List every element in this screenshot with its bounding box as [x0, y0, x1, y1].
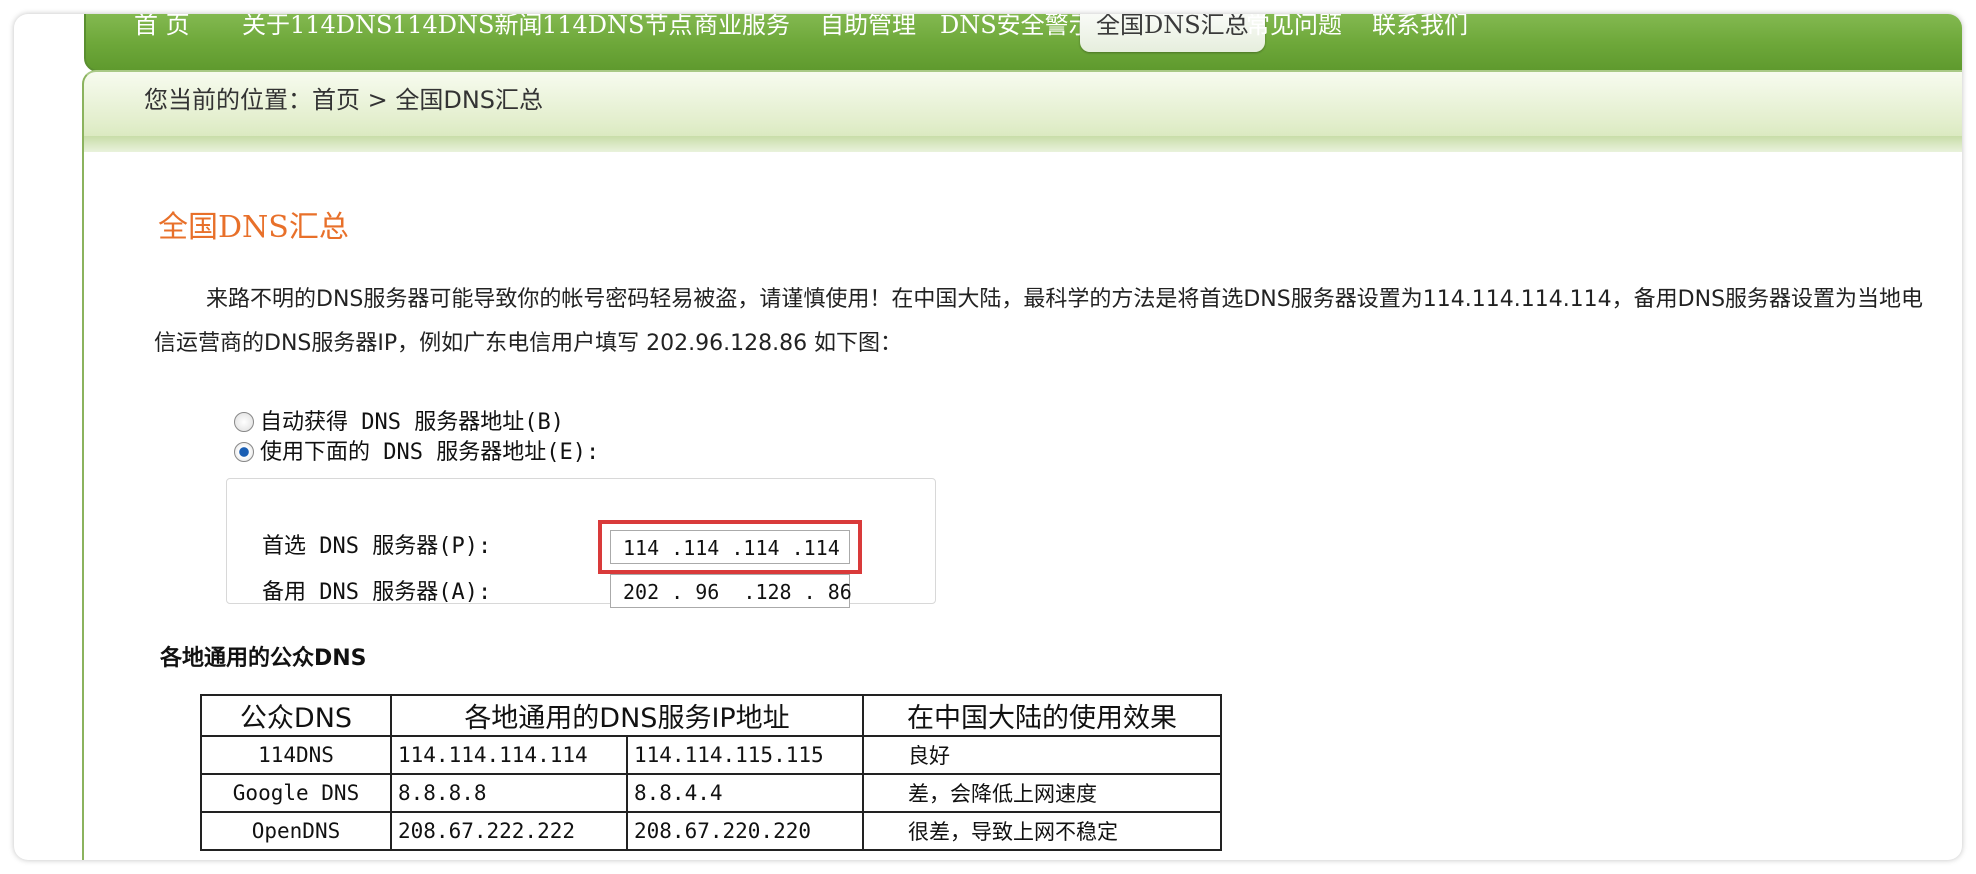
manual-dns-label: 使用下面的 DNS 服务器地址(E):	[260, 440, 600, 465]
dns-ip-primary: 208.67.222.222	[390, 811, 628, 851]
nav-about[interactable]: 关于114DNS	[242, 14, 393, 48]
nav-news[interactable]: 114DNS新闻	[392, 14, 543, 48]
auto-dns-option: 自动获得 DNS 服务器地址(B)	[234, 406, 564, 440]
alternate-dns-label: 备用 DNS 服务器(A):	[262, 580, 492, 605]
breadcrumb-bar: 您当前的位置：首页 > 全国DNS汇总	[82, 70, 1962, 152]
header-ip-address: 各地通用的DNS服务IP地址	[390, 694, 864, 737]
nav-faq[interactable]: 常见问题	[1246, 14, 1342, 48]
table-row: Google DNS 8.8.8.8 8.8.4.4 差，会降低上网速度	[200, 773, 1222, 813]
preferred-dns-label: 首选 DNS 服务器(P):	[262, 534, 492, 559]
main-nav: 首 页 关于114DNS 114DNS新闻 114DNS节点 商业服务 自助管理…	[84, 14, 1962, 72]
header-effect: 在中国大陆的使用效果	[862, 694, 1222, 737]
dns-name: 114DNS	[200, 735, 392, 775]
dns-ip-primary: 114.114.114.114	[390, 735, 628, 775]
dns-effect: 差，会降低上网速度	[862, 773, 1222, 813]
table-row: 114DNS 114.114.114.114 114.114.115.115 良…	[200, 735, 1222, 775]
nav-self-service[interactable]: 自助管理	[820, 14, 916, 48]
auto-dns-label: 自动获得 DNS 服务器地址(B)	[260, 410, 564, 435]
public-dns-table: 公众DNS 各地通用的DNS服务IP地址 在中国大陆的使用效果 114DNS 1…	[200, 694, 1222, 851]
highlight-box	[598, 520, 862, 574]
nav-contact[interactable]: 联系我们	[1372, 14, 1468, 48]
radio-on-icon	[234, 442, 254, 462]
dns-settings-image: 自动获得 DNS 服务器地址(B) 使用下面的 DNS 服务器地址(E): 首选…	[226, 406, 954, 608]
table-header-row: 公众DNS 各地通用的DNS服务IP地址 在中国大陆的使用效果	[200, 694, 1222, 737]
main-content: 全国DNS汇总 来路不明的DNS服务器可能导致你的帐号密码轻易被盗，请谨慎使用！…	[82, 150, 1962, 860]
header-public-dns: 公众DNS	[200, 694, 392, 737]
alternate-dns-field: 202 . 96 .128 . 86	[610, 574, 852, 608]
nav-home[interactable]: 首 页	[134, 14, 190, 48]
dns-ip-secondary: 114.114.115.115	[626, 735, 864, 775]
nav-business[interactable]: 商业服务	[694, 14, 790, 48]
browser-frame: 首 页 关于114DNS 114DNS新闻 114DNS节点 商业服务 自助管理…	[14, 14, 1962, 860]
breadcrumb: 您当前的位置：首页 > 全国DNS汇总	[144, 86, 544, 114]
table-row: OpenDNS 208.67.222.222 208.67.220.220 很差…	[200, 811, 1222, 851]
nav-security-alert[interactable]: DNS安全警示	[940, 14, 1093, 48]
manual-dns-option: 使用下面的 DNS 服务器地址(E):	[234, 436, 610, 470]
page-title: 全国DNS汇总	[158, 210, 349, 245]
dns-ip-secondary: 8.8.4.4	[626, 773, 864, 813]
dns-effect: 良好	[862, 735, 1222, 775]
intro-paragraph: 来路不明的DNS服务器可能导致你的帐号密码轻易被盗，请谨慎使用！在中国大陆，最科…	[154, 287, 1924, 356]
nav-nodes[interactable]: 114DNS节点	[542, 14, 693, 48]
dns-ip-secondary: 208.67.220.220	[626, 811, 864, 851]
dns-effect: 很差，导致上网不稳定	[862, 811, 1222, 851]
radio-off-icon	[234, 412, 254, 432]
nav-dns-summary[interactable]: 全国DNS汇总	[1080, 14, 1265, 52]
dns-ip-primary: 8.8.8.8	[390, 773, 628, 813]
public-dns-heading: 各地通用的公众DNS	[160, 646, 367, 671]
dns-name: Google DNS	[200, 773, 392, 813]
dns-name: OpenDNS	[200, 811, 392, 851]
